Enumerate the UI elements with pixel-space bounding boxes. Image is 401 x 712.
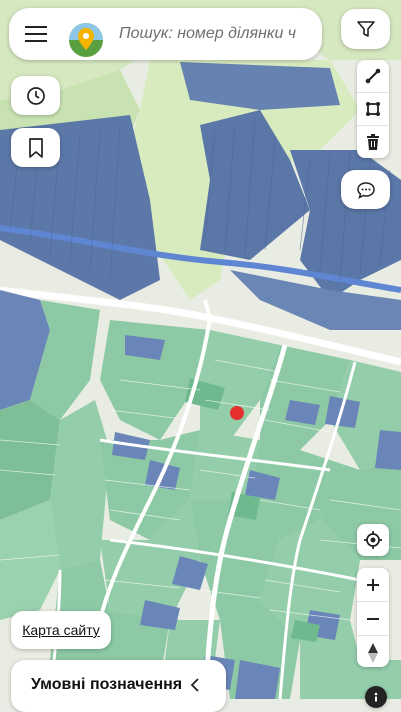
- area-measure-button[interactable]: [357, 93, 389, 126]
- search-bar: [9, 8, 322, 60]
- minus-icon: [367, 617, 379, 620]
- area-measure-icon: [366, 102, 380, 116]
- chat-icon: [356, 181, 375, 199]
- plus-icon: [367, 578, 379, 591]
- compass-button[interactable]: [357, 636, 389, 669]
- chevron-left-icon[interactable]: [189, 677, 201, 693]
- compass-icon: [368, 642, 378, 663]
- delete-button[interactable]: [357, 126, 389, 158]
- search-input[interactable]: [119, 22, 309, 46]
- locate-icon: [364, 531, 382, 549]
- zoom-in-button[interactable]: [357, 568, 389, 602]
- hamburger-icon[interactable]: [25, 25, 47, 43]
- line-measure-button[interactable]: [357, 60, 389, 93]
- locate-button[interactable]: [357, 524, 389, 556]
- map-logo-icon[interactable]: [67, 23, 105, 61]
- trash-icon: [367, 134, 379, 150]
- line-measure-icon: [365, 68, 381, 84]
- sitemap-link[interactable]: Карта сайту: [11, 611, 111, 649]
- filter-button[interactable]: [341, 9, 390, 49]
- history-button[interactable]: [11, 76, 60, 115]
- info-icon: [374, 692, 378, 702]
- clock-icon: [26, 86, 45, 105]
- location-marker[interactable]: [230, 406, 244, 420]
- measure-tools: [357, 60, 389, 158]
- zoom-controls: [357, 568, 389, 667]
- bookmark-icon: [28, 137, 43, 158]
- legend-label: Умовні позначення: [31, 676, 183, 693]
- zoom-out-button[interactable]: [357, 602, 389, 636]
- comment-button[interactable]: [341, 170, 390, 209]
- filter-icon: [356, 21, 375, 37]
- info-button[interactable]: [365, 686, 387, 708]
- bookmark-button[interactable]: [11, 128, 60, 167]
- legend-panel[interactable]: Умовні позначення: [11, 660, 226, 712]
- map-canvas[interactable]: [0, 0, 401, 699]
